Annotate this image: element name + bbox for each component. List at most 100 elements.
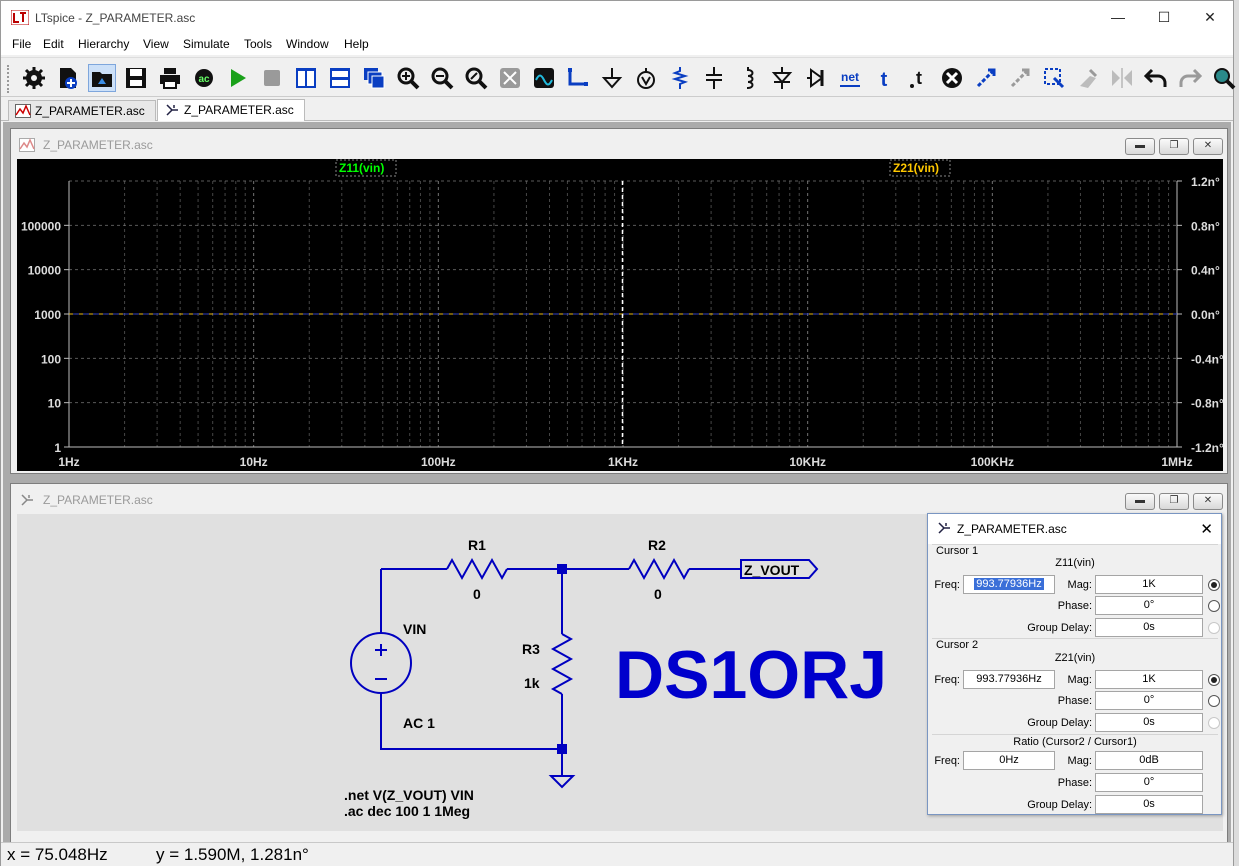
y-tick-label-right: 1.2n°	[1191, 175, 1220, 189]
rotate-icon[interactable]	[1074, 64, 1102, 92]
cursor1-phase-field[interactable]: 0°	[1095, 596, 1203, 615]
r1-value-label[interactable]: 0	[473, 586, 481, 602]
cursor-dialog-close-icon[interactable]: ✕	[1200, 520, 1213, 538]
spice-directive-ac[interactable]: .ac dec 100 1 1Meg	[344, 803, 470, 819]
r1-name-label[interactable]: R1	[468, 537, 486, 553]
spice-directive-icon[interactable]: t	[904, 64, 932, 92]
schematic-restore-button[interactable]: ❐	[1159, 493, 1189, 510]
x-tick-label: 1Hz	[58, 455, 79, 469]
component-icon[interactable]	[802, 64, 830, 92]
x-tick-label: 100KHz	[971, 455, 1014, 469]
maximize-button[interactable]: ☐	[1141, 1, 1187, 34]
voltage-source-vin	[350, 632, 412, 694]
delete-icon[interactable]	[938, 64, 966, 92]
waveform-icon[interactable]	[530, 64, 558, 92]
zoom-fit-icon[interactable]	[462, 64, 490, 92]
r2-value-label[interactable]: 0	[654, 586, 662, 602]
menu-tools[interactable]: Tools	[244, 37, 272, 51]
ratio-phase-field[interactable]: 0°	[1095, 773, 1203, 792]
settings-icon[interactable]	[20, 64, 48, 92]
redo-icon[interactable]	[1176, 64, 1204, 92]
move-icon[interactable]	[1006, 64, 1034, 92]
r3-name-label[interactable]: R3	[522, 641, 540, 657]
r3-value-label[interactable]: 1k	[524, 675, 540, 691]
cursor2-group-delay-radio[interactable]	[1208, 717, 1220, 729]
plot-restore-button[interactable]: ❐	[1159, 138, 1189, 155]
vin-name-label[interactable]: VIN	[403, 621, 426, 637]
cascade-icon[interactable]	[360, 64, 388, 92]
schematic-minimize-button[interactable]: ▬	[1125, 493, 1155, 510]
plot-minimize-button[interactable]: ▬	[1125, 138, 1155, 155]
cursor2-phase-field[interactable]: 0°	[1095, 691, 1203, 710]
text-icon[interactable]: t	[870, 64, 898, 92]
draw-wire-icon[interactable]	[564, 64, 592, 92]
cursor2-phase-radio[interactable]	[1208, 695, 1220, 707]
waveform-chart[interactable]: 1 10 100 1000 10000 100000 1.2n° 0.8n° 0.4n° 0.0n…	[17, 159, 1223, 471]
find-icon[interactable]	[1210, 64, 1238, 92]
cursor2-mag-radio[interactable]	[1208, 674, 1220, 686]
zoom-out-icon[interactable]	[428, 64, 456, 92]
drag-icon[interactable]	[1040, 64, 1068, 92]
cursor1-group-delay-field[interactable]: 0s	[1095, 618, 1203, 637]
toolbar-grip[interactable]	[7, 65, 11, 93]
waveform-plot[interactable]: 1 10 100 1000 10000 100000 1.2n° 0.8n° 0.4n° 0.0n…	[17, 159, 1223, 471]
r2-name-label[interactable]: R2	[648, 537, 666, 553]
net-label-text[interactable]: Z_VOUT	[744, 562, 800, 578]
cursor1-mag-radio[interactable]	[1208, 579, 1220, 591]
print-icon[interactable]	[156, 64, 184, 92]
open-icon[interactable]	[88, 64, 116, 92]
close-button[interactable]: ✕	[1187, 1, 1233, 34]
menu-file[interactable]: File	[12, 37, 31, 51]
inductor-icon[interactable]	[734, 64, 762, 92]
tab-schematic[interactable]: Z_PARAMETER.asc	[157, 99, 305, 121]
menu-edit[interactable]: Edit	[43, 37, 64, 51]
cursor1-group-delay-radio[interactable]	[1208, 622, 1220, 634]
vin-value-label[interactable]: AC 1	[403, 715, 435, 731]
minimize-button[interactable]: —	[1095, 1, 1141, 34]
capacitor-icon[interactable]	[700, 64, 728, 92]
cursor2-mag-field[interactable]: 1K	[1095, 670, 1203, 689]
menu-simulate[interactable]: Simulate	[183, 37, 230, 51]
ground-symbol	[548, 775, 576, 789]
cursor2-group-delay-field[interactable]: 0s	[1095, 713, 1203, 732]
legend-label: Z11(vin)	[339, 161, 384, 175]
cursor1-freq-field[interactable]: 993.77936Hz	[963, 575, 1055, 594]
ratio-freq-field[interactable]: 0Hz	[963, 751, 1055, 770]
tile-horizontal-icon[interactable]	[326, 64, 354, 92]
menu-window[interactable]: Window	[286, 37, 329, 51]
spice-directive-net[interactable]: .net V(Z_VOUT) VIN	[344, 787, 474, 803]
schematic-window-titlebar[interactable]: Z_PARAMETER.asc ▬ ❐ ✕	[11, 484, 1227, 514]
menu-hierarchy[interactable]: Hierarchy	[78, 37, 129, 51]
tile-vertical-icon[interactable]	[292, 64, 320, 92]
plot-window: Z_PARAMETER.asc ▬ ❐ ✕ 1 10 100 1000 10000 100…	[10, 128, 1228, 474]
resistor-icon[interactable]	[666, 64, 694, 92]
ground-icon[interactable]	[598, 64, 626, 92]
halt-icon[interactable]	[258, 64, 286, 92]
cursor2-freq-field[interactable]: 993.77936Hz	[963, 670, 1055, 689]
ratio-mag-field[interactable]: 0dB	[1095, 751, 1203, 770]
diode-icon[interactable]	[768, 64, 796, 92]
plot-window-titlebar[interactable]: Z_PARAMETER.asc ▬ ❐ ✕	[11, 129, 1227, 159]
net-label-icon[interactable]: net	[836, 64, 864, 92]
save-icon[interactable]	[122, 64, 150, 92]
new-schematic-icon[interactable]	[54, 64, 82, 92]
zoom-in-icon[interactable]	[394, 64, 422, 92]
menu-view[interactable]: View	[143, 37, 169, 51]
plot-close-button[interactable]: ✕	[1193, 138, 1223, 155]
undo-icon[interactable]	[1142, 64, 1170, 92]
cursor1-phase-radio[interactable]	[1208, 600, 1220, 612]
ac-analysis-icon[interactable]: ac	[190, 64, 218, 92]
menu-help[interactable]: Help	[344, 37, 369, 51]
tab-plot[interactable]: Z_PARAMETER.asc	[8, 100, 156, 121]
cursor1-mag-field[interactable]: 1K	[1095, 575, 1203, 594]
schematic-close-button[interactable]: ✕	[1193, 493, 1223, 510]
run-icon[interactable]	[224, 64, 252, 92]
zoom-rect-icon[interactable]	[496, 64, 524, 92]
ratio-group-delay-field[interactable]: 0s	[1095, 795, 1203, 814]
status-y-readout: y = 1.590M, 1.281n°	[156, 845, 309, 864]
cursor-dialog-titlebar[interactable]: Z_PARAMETER.asc ✕	[928, 514, 1221, 544]
mirror-icon[interactable]	[1108, 64, 1136, 92]
duplicate-icon[interactable]	[972, 64, 1000, 92]
label-net-icon[interactable]	[632, 64, 660, 92]
x-tick-label: 100Hz	[421, 455, 456, 469]
